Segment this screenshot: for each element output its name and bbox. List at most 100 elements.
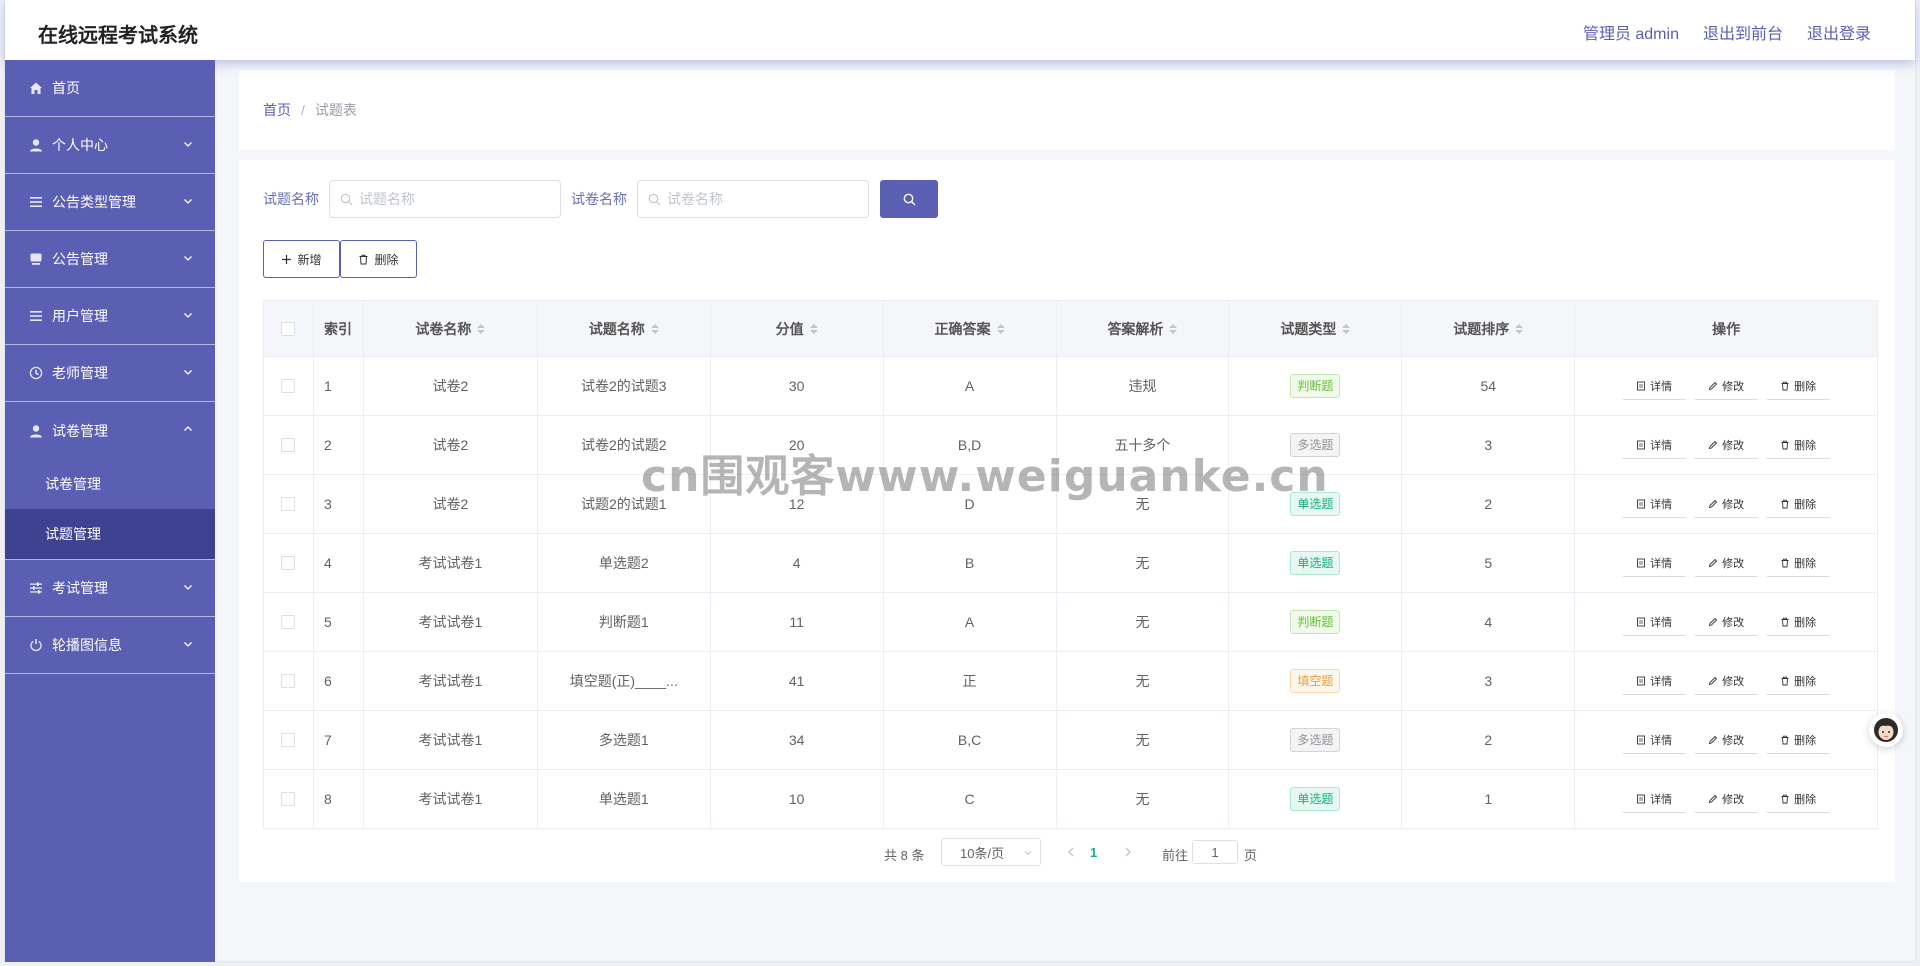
chevron-up-icon [184, 426, 192, 431]
sliders-icon [29, 581, 43, 595]
next-page-icon[interactable] [1121, 843, 1135, 861]
cell-actions: 详情 修改 删除 [1575, 652, 1878, 710]
delete-label: 删除 [1794, 675, 1817, 688]
sidebar-item-exams[interactable]: 考试管理 [5, 560, 215, 617]
page-size-select[interactable]: 10条/页 [941, 838, 1041, 866]
sidebar-item-notice-type[interactable]: 公告类型管理 [5, 174, 215, 231]
page-number-current[interactable]: 1 [1090, 845, 1097, 860]
select-all-checkbox[interactable] [281, 321, 296, 336]
power-icon [29, 638, 43, 652]
floating-assistant-avatar[interactable] [1869, 713, 1903, 747]
detail-button[interactable]: 详情 [1622, 372, 1687, 400]
row-checkbox[interactable] [281, 615, 296, 629]
submenu-paper-management[interactable]: 试卷管理 [5, 459, 215, 509]
column-header-order[interactable]: 试题排序 [1402, 301, 1576, 356]
admin-link[interactable]: 管理员 admin [1583, 20, 1679, 44]
cell-answer: 正 [884, 652, 1057, 710]
column-header-question[interactable]: 试题名称 [538, 301, 711, 356]
cell-actions: 详情 修改 删除 [1575, 593, 1878, 651]
sort-icon[interactable] [1342, 323, 1351, 334]
delete-button[interactable]: 删除 [1766, 431, 1831, 459]
edit-button[interactable]: 修改 [1694, 372, 1759, 400]
column-header-paper[interactable]: 试卷名称 [364, 301, 538, 356]
question-type-tag: 单选题 [1290, 551, 1341, 575]
edit-button[interactable]: 修改 [1694, 549, 1759, 577]
cell-index: 7 [314, 711, 364, 769]
delete-button[interactable]: 删除 [1766, 549, 1831, 577]
sidebar-item-label: 公告管理 [52, 251, 108, 267]
sidebar-item-teachers[interactable]: 老师管理 [5, 345, 215, 402]
search-button[interactable] [880, 180, 938, 218]
detail-button[interactable]: 详情 [1622, 667, 1687, 695]
cell-score: 12 [711, 475, 884, 533]
edit-button[interactable]: 修改 [1694, 431, 1759, 459]
row-checkbox[interactable] [281, 792, 296, 806]
prev-page-icon[interactable] [1064, 843, 1078, 861]
submenu-question-management[interactable]: 试题管理 [5, 509, 215, 559]
paper-name-input[interactable] [667, 191, 857, 207]
sort-icon[interactable] [650, 323, 659, 334]
sort-icon[interactable] [809, 323, 818, 334]
cell-paper: 试卷2 [364, 475, 538, 533]
column-header-score[interactable]: 分值 [711, 301, 884, 356]
detail-button[interactable]: 详情 [1622, 726, 1687, 754]
edit-button[interactable]: 修改 [1694, 726, 1759, 754]
cell-score: 20 [711, 416, 884, 474]
cell-question: 填空题(正)____... [538, 652, 711, 710]
trash-icon [1781, 440, 1789, 449]
sidebar-item-papers[interactable]: 试卷管理 [5, 402, 215, 459]
column-header-label: 操作 [1712, 320, 1741, 337]
detail-button[interactable]: 详情 [1622, 549, 1687, 577]
delete-button[interactable]: 删除 [1766, 785, 1831, 813]
edit-label: 修改 [1722, 498, 1745, 511]
logout-link[interactable]: 退出登录 [1807, 20, 1871, 44]
delete-button[interactable]: 删除 [1766, 372, 1831, 400]
exit-to-front-link[interactable]: 退出到前台 [1703, 20, 1783, 44]
delete-button[interactable]: 删除 [1766, 726, 1831, 754]
document-icon [1637, 381, 1646, 390]
cell-paper: 考试试卷1 [364, 534, 538, 592]
edit-button[interactable]: 修改 [1694, 785, 1759, 813]
add-button[interactable]: 新增 [263, 240, 340, 278]
sidebar-item-home[interactable]: 首页 [5, 60, 215, 117]
detail-button[interactable]: 详情 [1622, 490, 1687, 518]
edit-button[interactable]: 修改 [1694, 667, 1759, 695]
edit-button[interactable]: 修改 [1694, 490, 1759, 518]
sidebar-item-personal-center[interactable]: 个人中心 [5, 117, 215, 174]
question-name-input[interactable] [359, 191, 549, 207]
delete-button[interactable]: 删除 [1766, 608, 1831, 636]
trash-icon [359, 254, 368, 264]
row-checkbox[interactable] [281, 379, 296, 393]
delete-button[interactable]: 删除 [1766, 490, 1831, 518]
row-checkbox[interactable] [281, 556, 296, 570]
batch-delete-button[interactable]: 删除 [340, 240, 417, 278]
cell-paper: 考试试卷1 [364, 711, 538, 769]
detail-button[interactable]: 详情 [1622, 785, 1687, 813]
column-header-answer[interactable]: 正确答案 [884, 301, 1057, 356]
row-checkbox[interactable] [281, 733, 296, 747]
sidebar-item-users[interactable]: 用户管理 [5, 288, 215, 345]
sort-icon[interactable] [1169, 323, 1178, 334]
sort-icon[interactable] [1515, 323, 1524, 334]
cell-actions: 详情 修改 删除 [1575, 711, 1878, 769]
edit-button[interactable]: 修改 [1694, 608, 1759, 636]
breadcrumb-home[interactable]: 首页 [263, 100, 291, 120]
edit-icon [1708, 617, 1718, 626]
column-header-analysis[interactable]: 答案解析 [1057, 301, 1230, 356]
row-checkbox[interactable] [281, 674, 296, 688]
sort-icon[interactable] [996, 323, 1005, 334]
sort-icon[interactable] [477, 323, 486, 334]
sidebar-item-notice[interactable]: 公告管理 [5, 231, 215, 288]
sidebar-item-carousel[interactable]: 轮播图信息 [5, 617, 215, 674]
detail-button[interactable]: 详情 [1622, 431, 1687, 459]
row-checkbox[interactable] [281, 497, 296, 511]
cell-type: 多选题 [1229, 416, 1403, 474]
column-header-type[interactable]: 试题类型 [1229, 301, 1403, 356]
goto-page-input[interactable] [1192, 840, 1238, 864]
edit-label: 修改 [1722, 380, 1745, 393]
delete-button[interactable]: 删除 [1766, 667, 1831, 695]
cell-order: 54 [1402, 357, 1576, 415]
row-checkbox[interactable] [281, 438, 296, 452]
sidebar-item-label: 轮播图信息 [52, 637, 122, 653]
detail-button[interactable]: 详情 [1622, 608, 1687, 636]
